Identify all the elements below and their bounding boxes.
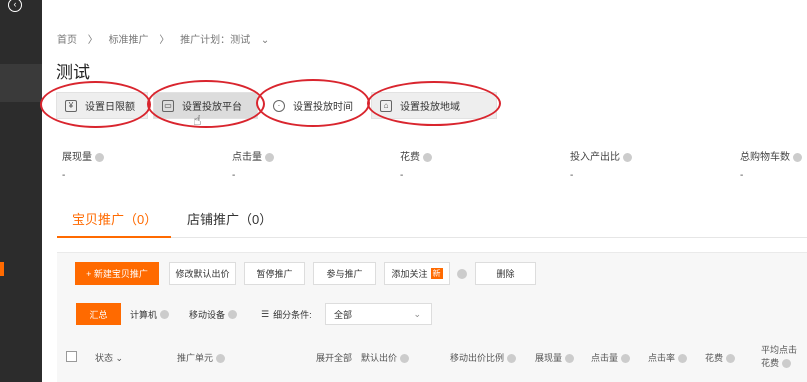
metric-value: - xyxy=(400,170,404,181)
set-daily-budget-label: 设置日限额 xyxy=(85,102,135,113)
tab-active-indicator xyxy=(57,236,171,238)
help-icon[interactable] xyxy=(95,152,104,162)
tab-shop-promotion[interactable]: 店铺推广（0） xyxy=(187,209,272,228)
metric-label: 点击量 xyxy=(232,152,262,163)
metric-roi: 投入产出比 - xyxy=(570,148,632,181)
metric-cart: 总购物车数 - xyxy=(740,148,802,181)
pause-button[interactable]: 暂停推广 xyxy=(244,262,305,285)
help-icon[interactable] xyxy=(228,309,238,319)
metric-value: - xyxy=(570,170,574,181)
breadcrumb: 首页 〉 标准推广 〉 推广计划：测试 ⌄ xyxy=(57,31,277,46)
edit-default-bid-button[interactable]: 修改默认出价 xyxy=(169,262,236,285)
header-mobile-ratio: 移动出价比例 xyxy=(450,351,517,364)
help-icon[interactable] xyxy=(621,354,631,364)
header-status[interactable]: 状态 ⌄ xyxy=(95,351,123,364)
segment-summary[interactable]: 汇总 xyxy=(76,303,121,325)
help-icon[interactable] xyxy=(726,354,736,364)
set-time-button[interactable]: · 设置投放时间 xyxy=(264,92,364,119)
add-follow-label: 添加关注 xyxy=(391,269,428,279)
header-unit-label: 推广单元 xyxy=(177,353,214,363)
header-default-bid: 默认出价 xyxy=(361,351,410,364)
filter-select-value: 全部 xyxy=(334,309,353,320)
metric-value: - xyxy=(232,170,236,181)
select-all-checkbox[interactable] xyxy=(66,351,77,362)
filter-select[interactable]: 全部 ⌄ xyxy=(325,303,432,325)
header-status-label: 状态 xyxy=(95,353,114,363)
left-nav-selected[interactable] xyxy=(0,64,42,102)
breadcrumb-sep: 〉 xyxy=(87,35,98,46)
help-icon[interactable] xyxy=(623,152,632,162)
help-icon[interactable] xyxy=(216,354,226,364)
metric-label: 展现量 xyxy=(62,152,92,163)
breadcrumb-home[interactable]: 首页 xyxy=(57,35,77,46)
help-icon[interactable] xyxy=(265,152,274,162)
metric-clicks: 点击量 - xyxy=(232,148,274,181)
left-nav xyxy=(0,0,42,382)
delete-button[interactable]: 删除 xyxy=(475,262,536,285)
header-expand-all[interactable]: 展开全部 xyxy=(316,351,352,364)
header-impressions[interactable]: 展现量 xyxy=(535,351,575,364)
clock-icon: · xyxy=(273,99,285,112)
metric-label: 总购物车数 xyxy=(740,152,790,163)
header-ctr[interactable]: 点击率 xyxy=(648,351,688,364)
help-icon[interactable] xyxy=(457,269,467,279)
tab-item-promotion[interactable]: 宝贝推广（0） xyxy=(72,209,157,228)
help-icon[interactable] xyxy=(160,309,170,319)
set-region-button[interactable]: ⌂ 设置投放地域 xyxy=(371,92,497,119)
chevron-down-icon[interactable]: ⌄ xyxy=(261,35,269,46)
header-clicks[interactable]: 点击量 xyxy=(591,351,631,364)
help-icon[interactable] xyxy=(782,359,792,369)
filter-label-text: 细分条件: xyxy=(273,309,312,320)
budget-icon: ¥ xyxy=(65,99,77,112)
segment-mobile-label: 移动设备 xyxy=(189,309,226,320)
header-unit: 推广单元 xyxy=(177,351,226,364)
segment-mobile[interactable]: 移动设备 xyxy=(189,303,238,325)
header-clicks-label: 点击量 xyxy=(591,353,619,363)
set-time-label: 设置投放时间 xyxy=(293,102,353,113)
help-icon[interactable] xyxy=(423,152,432,162)
help-icon[interactable] xyxy=(565,354,575,364)
list-icon: ☰ xyxy=(261,308,270,319)
breadcrumb-plan[interactable]: 推广计划：测试 xyxy=(180,35,250,46)
header-cost[interactable]: 花费 xyxy=(705,351,736,364)
chevron-down-icon: ⌄ xyxy=(115,353,124,363)
left-nav-marker xyxy=(0,262,4,276)
set-platform-button[interactable]: ▭ 设置投放平台 xyxy=(153,92,258,119)
header-avg-click-line2: 花费 xyxy=(761,358,780,368)
breadcrumb-standard[interactable]: 标准推广 xyxy=(109,35,149,46)
help-icon[interactable] xyxy=(400,354,410,364)
header-impressions-label: 展现量 xyxy=(535,353,563,363)
set-region-label: 设置投放地域 xyxy=(400,102,460,113)
metric-value: - xyxy=(62,170,66,181)
header-default-bid-label: 默认出价 xyxy=(361,353,398,363)
header-mobile-ratio-label: 移动出价比例 xyxy=(450,353,505,363)
header-avg-click-cost[interactable]: 平均点击 花费 xyxy=(761,343,797,369)
metric-impressions: 展现量 - xyxy=(62,148,104,181)
hand-cursor-icon: ☝ xyxy=(193,112,202,128)
metric-label: 投入产出比 xyxy=(570,152,620,163)
metric-value: - xyxy=(740,170,744,181)
breadcrumb-sep: 〉 xyxy=(159,35,170,46)
new-badge: 新 xyxy=(430,268,443,279)
add-follow-button[interactable]: 添加关注新 xyxy=(384,262,450,285)
platform-icon: ▭ xyxy=(162,99,174,112)
help-icon[interactable] xyxy=(793,152,802,162)
filter-label: ☰ 细分条件: xyxy=(261,303,312,325)
set-platform-label: 设置投放平台 xyxy=(182,102,242,113)
header-avg-click-line1: 平均点击 xyxy=(761,345,798,355)
header-ctr-label: 点击率 xyxy=(648,353,676,363)
join-button[interactable]: 参与推广 xyxy=(313,262,376,285)
help-icon[interactable] xyxy=(678,354,688,364)
metric-label: 花费 xyxy=(400,152,420,163)
help-icon[interactable] xyxy=(507,354,517,364)
segment-computer[interactable]: 计算机 xyxy=(130,303,170,325)
new-item-promotion-button[interactable]: + 新建宝贝推广 xyxy=(75,262,159,285)
chevron-down-icon: ⌄ xyxy=(413,309,421,319)
region-icon: ⌂ xyxy=(380,99,392,112)
set-daily-budget-button[interactable]: ¥ 设置日限额 xyxy=(56,92,148,119)
header-cost-label: 花费 xyxy=(705,353,724,363)
metric-cost: 花费 - xyxy=(400,148,432,181)
segment-computer-label: 计算机 xyxy=(130,309,158,320)
page-title: 测试 xyxy=(56,63,90,82)
